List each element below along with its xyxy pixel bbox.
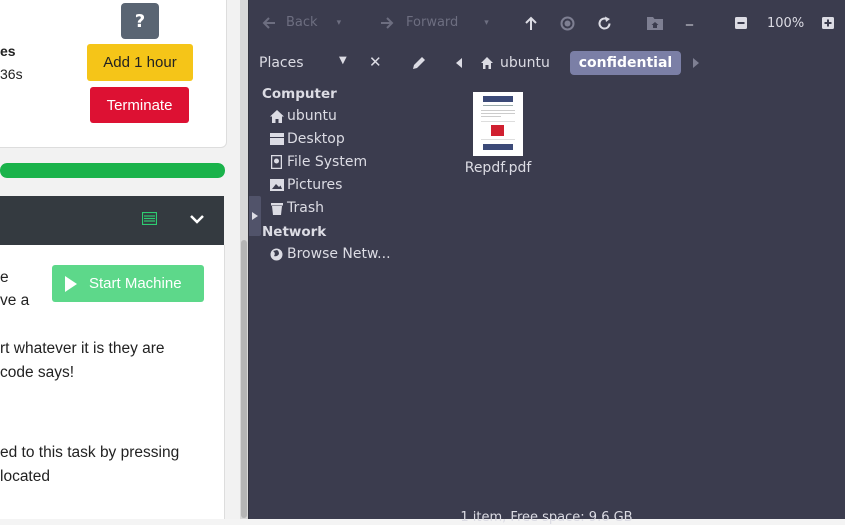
back-history-icon[interactable]: ▾	[337, 18, 342, 28]
file-item[interactable]: Repdf.pdf	[453, 92, 543, 176]
pdf-preview-icon	[481, 96, 515, 150]
sidebar-header-computer: Computer	[262, 86, 337, 102]
chevron-down-icon[interactable]	[189, 211, 205, 227]
sidebar-header-network: Network	[262, 224, 327, 240]
sidebar-item-label: File System	[287, 154, 368, 170]
time-remaining: 36s	[0, 66, 23, 82]
sidebar-item-trash[interactable]: Trash	[269, 200, 324, 216]
back-button[interactable]: Back ▾	[262, 15, 341, 30]
status-bar: 1 item, Free space: 9.6 GB	[460, 510, 633, 525]
path-button-current[interactable]: confidential	[570, 51, 681, 75]
sidebar-item-label: Pictures	[287, 177, 343, 193]
sidebar-item-label: Browse Netw...	[287, 246, 391, 262]
task-text-line: located	[0, 468, 50, 485]
reload-icon[interactable]	[597, 16, 612, 31]
machine-info-label: es	[0, 43, 16, 59]
sidebar-item-browse-network[interactable]: Browse Netw...	[269, 246, 391, 262]
home-icon	[269, 109, 284, 123]
forward-label: Forward	[406, 15, 459, 30]
sidebar-item-label: ubuntu	[287, 108, 337, 124]
task-panel: es 36s ? Add 1 hour Terminate Start Mach…	[0, 0, 240, 519]
path-button-home[interactable]: ubuntu	[480, 51, 550, 75]
forward-button[interactable]: Forward ▾	[380, 15, 489, 30]
pencil-icon[interactable]	[411, 55, 427, 71]
start-machine-label: Start Machine	[89, 275, 182, 292]
drive-icon	[271, 155, 282, 169]
path-scroll-left-icon[interactable]	[455, 57, 463, 69]
forward-history-icon[interactable]: ▾	[484, 18, 489, 28]
home-folder-icon[interactable]	[646, 15, 664, 31]
task-text-line: ve a	[0, 292, 30, 309]
sidebar-item-file-system[interactable]: File System	[269, 154, 367, 170]
places-sidebar: Computer ubuntu Desktop File System Pict…	[248, 84, 408, 504]
path-scroll-right-icon[interactable]	[692, 57, 700, 69]
start-machine-button[interactable]: Start Machine	[52, 265, 204, 302]
path-home-label: ubuntu	[500, 55, 550, 71]
progress-bar	[0, 163, 225, 178]
sidebar-item-label: Trash	[287, 200, 324, 216]
file-manager-window: Back ▾ Forward ▾ _ 100% Places ▼ ✕ ubunt…	[248, 0, 845, 525]
terminate-button[interactable]: Terminate	[90, 87, 189, 123]
chevron-down-icon: ▼	[339, 55, 347, 66]
arrow-up-icon[interactable]	[524, 16, 538, 31]
close-sidebar-icon[interactable]: ✕	[369, 53, 382, 71]
window-border	[248, 0, 249, 519]
play-icon	[65, 275, 77, 292]
add-hour-button[interactable]: Add 1 hour	[87, 44, 193, 81]
trash-icon	[270, 202, 283, 215]
zoom-out-icon[interactable]	[735, 17, 747, 29]
sidebar-item-pictures[interactable]: Pictures	[269, 177, 342, 193]
sidebar-item-desktop[interactable]: Desktop	[269, 131, 345, 147]
image-icon	[269, 179, 284, 191]
minimize-button[interactable]: _	[686, 10, 693, 26]
progress-fill	[0, 163, 225, 178]
back-label: Back	[286, 15, 318, 30]
home-icon	[481, 57, 493, 69]
expand-arrow-icon[interactable]	[252, 212, 258, 220]
globe-icon	[270, 248, 283, 260]
places-label: Places	[259, 55, 304, 71]
file-name: Repdf.pdf	[464, 160, 532, 176]
task-text-line: e	[0, 269, 9, 286]
task-text-line: ed to this task by pressing	[0, 444, 180, 461]
task-text-line: rt whatever it is they are	[0, 340, 165, 357]
sidebar-item-label: Desktop	[287, 131, 345, 147]
stop-icon[interactable]	[560, 16, 575, 31]
sidebar-item-ubuntu[interactable]: ubuntu	[269, 108, 337, 124]
places-dropdown[interactable]: Places ▼	[259, 55, 409, 71]
pdf-thumbnail	[473, 92, 523, 156]
task-text-line: code says!	[0, 364, 75, 381]
desktop-icon	[269, 133, 284, 145]
scrollbar-thumb[interactable]	[241, 240, 247, 518]
zoom-in-icon[interactable]	[822, 17, 834, 29]
arrow-left-icon	[262, 16, 275, 29]
zoom-level: 100%	[767, 16, 805, 31]
task-list-icon[interactable]	[142, 212, 157, 225]
help-button[interactable]: ?	[121, 3, 159, 39]
arrow-right-icon	[381, 16, 394, 29]
